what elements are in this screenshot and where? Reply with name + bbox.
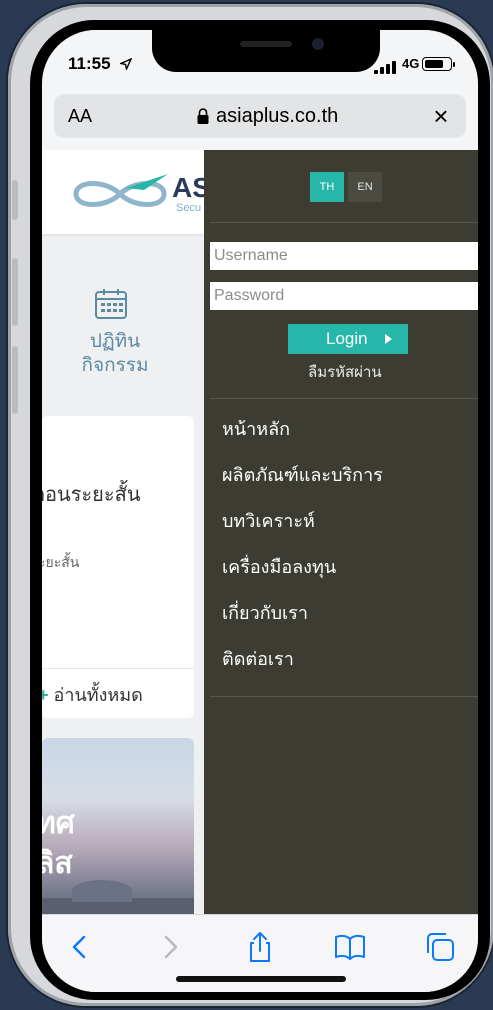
close-icon[interactable]: × bbox=[426, 101, 456, 131]
card-title[interactable]: ตอนระยะสั้น bbox=[42, 478, 141, 510]
menu-item-home[interactable]: หน้าหลัก bbox=[222, 414, 290, 443]
drawer-divider bbox=[210, 398, 478, 399]
home-indicator bbox=[176, 976, 346, 982]
plus-icon: + bbox=[42, 685, 49, 705]
location-arrow-icon bbox=[120, 58, 132, 70]
phone-bezel: 11:55 4G AA asiaplus.co.th × AS Secu ปฏิ… bbox=[30, 20, 490, 1000]
network-type: 4G bbox=[402, 56, 420, 71]
menu-item-products[interactable]: ผลิตภัณฑ์และบริการ bbox=[222, 460, 383, 489]
menu-item-tools[interactable]: เครื่องมือลงทุน bbox=[222, 552, 336, 581]
text-size-button[interactable]: AA bbox=[68, 106, 92, 127]
card-subtitle: ะยะสั้น bbox=[42, 554, 80, 570]
status-time: 11:55 bbox=[68, 54, 111, 73]
activity-label-line1: ปฏิทิน bbox=[89, 331, 141, 352]
speaker bbox=[240, 41, 292, 47]
site-logo[interactable]: AS Secu bbox=[68, 168, 208, 218]
login-button[interactable]: Login bbox=[288, 324, 408, 354]
phone-frame: 11:55 4G AA asiaplus.co.th × AS Secu ปฏิ… bbox=[8, 4, 493, 1006]
read-all-link[interactable]: + อ่านทั้งหมด bbox=[42, 680, 143, 709]
login-button-label: Login bbox=[326, 329, 368, 348]
language-en-button[interactable]: EN bbox=[348, 172, 382, 202]
volume-up-button bbox=[12, 258, 18, 326]
menu-item-about[interactable]: เกี่ยวกับเรา bbox=[222, 598, 308, 627]
bookmarks-icon[interactable] bbox=[332, 929, 368, 965]
card-divider bbox=[42, 668, 194, 669]
signal-icon bbox=[374, 60, 396, 74]
username-input[interactable] bbox=[210, 242, 478, 270]
drawer-divider bbox=[210, 696, 478, 697]
drawer-divider bbox=[210, 222, 478, 223]
url-domain[interactable]: asiaplus.co.th bbox=[216, 105, 338, 128]
back-icon[interactable] bbox=[62, 929, 98, 965]
lock-icon bbox=[197, 108, 209, 124]
tabs-icon[interactable] bbox=[422, 929, 458, 965]
play-arrow-icon bbox=[385, 334, 392, 344]
promo-text-line2: ลิส bbox=[42, 847, 73, 880]
menu-item-contact[interactable]: ติดต่อเรา bbox=[222, 644, 294, 673]
mute-switch bbox=[12, 180, 18, 220]
calendar-icon[interactable] bbox=[94, 288, 128, 320]
read-all-label: อ่านทั้งหมด bbox=[53, 685, 143, 705]
forgot-password-link[interactable]: ลืมรหัสผ่าน bbox=[308, 360, 382, 384]
activity-calendar-label[interactable]: ปฏิทิน กิจกรรม bbox=[52, 330, 178, 378]
notch bbox=[152, 30, 380, 72]
status-bar: 11:55 4G bbox=[42, 30, 478, 82]
battery-icon bbox=[422, 57, 455, 71]
logo-text: AS bbox=[172, 172, 208, 203]
infinity-logo-icon bbox=[73, 174, 168, 207]
volume-down-button bbox=[12, 346, 18, 414]
forward-icon[interactable] bbox=[152, 929, 188, 965]
promo-banner[interactable]: ทศ ลิส bbox=[42, 738, 194, 914]
research-card: ตอนระยะสั้น ะยะสั้น + อ่านทั้งหมด bbox=[42, 416, 194, 718]
city-skyline-image bbox=[42, 880, 194, 914]
site-header: AS Secu bbox=[42, 150, 222, 234]
language-th-button[interactable]: TH bbox=[310, 172, 344, 202]
share-icon[interactable] bbox=[242, 929, 278, 965]
side-drawer-menu: TH EN Login ลืมรหัสผ่าน หน้าหลัก ผลิตภัณ… bbox=[204, 150, 478, 914]
front-camera bbox=[312, 38, 324, 50]
logo-subtext: Secu bbox=[176, 202, 202, 214]
screen: 11:55 4G AA asiaplus.co.th × AS Secu ปฏิ… bbox=[42, 30, 478, 992]
address-bar[interactable]: AA asiaplus.co.th × bbox=[54, 94, 466, 138]
menu-item-research[interactable]: บทวิเคราะห์ bbox=[222, 506, 315, 535]
password-input[interactable] bbox=[210, 282, 478, 310]
activity-label-line2: กิจกรรม bbox=[81, 355, 149, 376]
